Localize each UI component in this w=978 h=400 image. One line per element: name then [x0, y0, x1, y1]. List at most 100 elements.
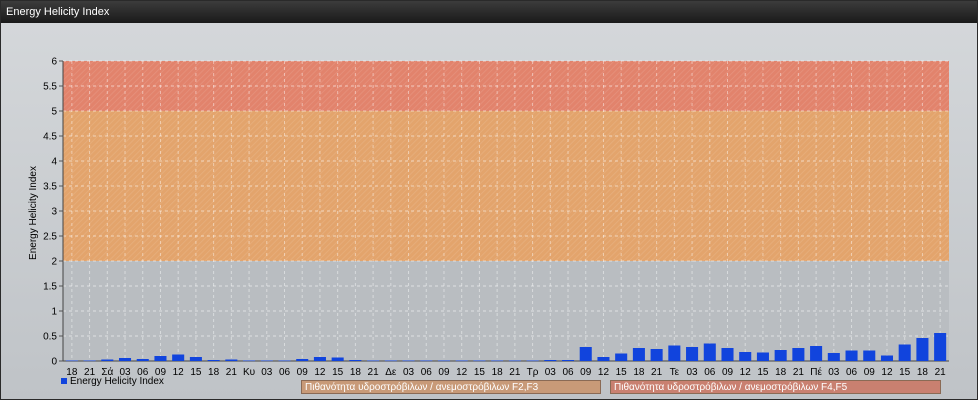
x-tick-label: 09 — [438, 367, 450, 378]
x-tick-label: 09 — [722, 367, 734, 378]
bar-Σά-2 — [101, 359, 114, 361]
bar-03-3 — [118, 358, 132, 361]
x-tick-label: 12 — [598, 367, 610, 378]
x-tick-label: 09 — [580, 367, 592, 378]
bar-Κυ-10 — [243, 360, 256, 362]
x-tick-label: 03 — [403, 367, 415, 378]
x-tick-label: 15 — [190, 367, 202, 378]
bar-18-8 — [207, 360, 220, 361]
x-tick-label: 03 — [686, 367, 698, 378]
bar-18-0 — [65, 360, 78, 362]
plot-area: 0 0.5 1 1.5 2 2.5 3 3.5 4 4.5 5 5.5 6 18 21 Σά 03 06 09 12 1… — [1, 23, 977, 399]
x-tick-label: 12 — [314, 367, 326, 378]
x-tick-label: 06 — [846, 367, 858, 378]
x-tick-label: Τε — [670, 367, 680, 378]
bar-21-41 — [792, 348, 805, 361]
x-tick-label: 06 — [562, 367, 574, 378]
y-tick-label: 5.5 — [43, 82, 57, 93]
x-tick-label: 15 — [332, 367, 344, 378]
bar-Δε-18 — [384, 360, 397, 362]
series-legend: Energy Helicity Index — [61, 376, 164, 387]
title-bar: Energy Helicity Index — [1, 1, 977, 23]
series-legend-swatch — [61, 378, 67, 385]
x-tick-label: 18 — [208, 367, 220, 378]
bar-21-33 — [650, 349, 663, 361]
x-tick-label: 15 — [616, 367, 628, 378]
y-tick-label: 1 — [51, 307, 57, 318]
bar-06-4 — [136, 359, 149, 361]
x-tick-label: 03 — [828, 367, 840, 378]
bar-15-39 — [756, 352, 769, 361]
x-tick-label: 06 — [421, 367, 433, 378]
x-tick-label: 03 — [261, 367, 273, 378]
bar-18-40 — [774, 350, 787, 361]
bar-12-30 — [597, 357, 610, 361]
bar-06-20 — [420, 360, 433, 362]
y-tick-label: 6 — [51, 57, 57, 68]
bar-15-7 — [189, 357, 202, 361]
bar-21-17 — [367, 360, 380, 362]
x-tick-label: 18 — [775, 367, 787, 378]
x-tick-label: 06 — [279, 367, 291, 378]
bar-15-47 — [898, 344, 911, 361]
x-tick-label: 21 — [935, 367, 947, 378]
x-tick-label: 12 — [881, 367, 893, 378]
bar-12-38 — [739, 352, 752, 361]
y-tick-label: 0.5 — [43, 332, 57, 343]
bar-12-6 — [172, 354, 185, 361]
bar-06-12 — [278, 360, 291, 362]
x-tick-label: 12 — [740, 367, 752, 378]
bar-21-1 — [83, 360, 96, 362]
bar-12-22 — [455, 360, 468, 362]
y-tick-label: 1.5 — [43, 282, 57, 293]
x-tick-label: 18 — [350, 367, 362, 378]
x-tick-label: 21 — [226, 367, 238, 378]
y-tick-label: 2.5 — [43, 232, 57, 243]
x-tick-label: 15 — [757, 367, 769, 378]
bar-06-36 — [703, 343, 716, 361]
bar-03-11 — [260, 360, 273, 362]
x-tick-label: 09 — [864, 367, 876, 378]
bar-03-35 — [686, 347, 699, 361]
x-tick-label: Τρ — [527, 367, 539, 378]
x-tick-label: 03 — [545, 367, 557, 378]
chart-window: Energy Helicity Index 0 0.5 1 1.5 2 2.5 3 3.5 4 4… — [0, 0, 978, 400]
bar-21-25 — [508, 360, 521, 362]
bar-18-48 — [916, 338, 929, 361]
bar-12-14 — [313, 357, 326, 361]
x-tick-label: 18 — [633, 367, 645, 378]
bar-15-15 — [331, 357, 344, 361]
bar-09-29 — [579, 347, 592, 361]
bar-21-9 — [225, 359, 238, 361]
x-tick-label: Δε — [385, 367, 397, 378]
bar-09-37 — [721, 348, 734, 361]
y-tick-label: 2 — [51, 257, 57, 268]
x-tick-label: 21 — [509, 367, 521, 378]
bar-06-44 — [845, 350, 858, 361]
bar-21-49 — [934, 333, 947, 361]
window-title: Energy Helicity Index — [6, 6, 110, 18]
y-tick-label: 5 — [51, 107, 57, 118]
x-tick-label: 15 — [899, 367, 911, 378]
bar-09-21 — [437, 360, 451, 362]
y-tick-label: 0 — [51, 357, 57, 368]
bar-Τε-34 — [668, 345, 681, 361]
x-tick-label: 18 — [492, 367, 504, 378]
y-tick-label: 3.5 — [43, 182, 57, 193]
bar-03-19 — [402, 360, 415, 362]
series-legend-label: Energy Helicity Index — [70, 376, 164, 387]
y-tick-label: 4 — [51, 157, 57, 168]
bar-12-46 — [880, 355, 894, 361]
x-tick-label: 06 — [704, 367, 716, 378]
y-tick-label: 3 — [51, 207, 57, 218]
energy-helicity-chart: 00.511.522.533.544.555.5618 21 Σά 03 06 09 12 1… — [28, 57, 949, 378]
bar-09-45 — [863, 350, 876, 361]
band-legend-f4-f5: Πιθανότητα υδροστρόβιλων / ανεμοστρόβιλω… — [610, 380, 941, 394]
x-tick-label: 09 — [297, 367, 309, 378]
bar-18-16 — [349, 360, 362, 361]
y-tick-label: 4.5 — [43, 132, 57, 143]
y-axis-label: Energy Helicity Index — [28, 166, 39, 260]
bar-03-43 — [827, 353, 840, 361]
bar-Τρ-26 — [526, 360, 539, 362]
bar-06-28 — [561, 360, 575, 361]
